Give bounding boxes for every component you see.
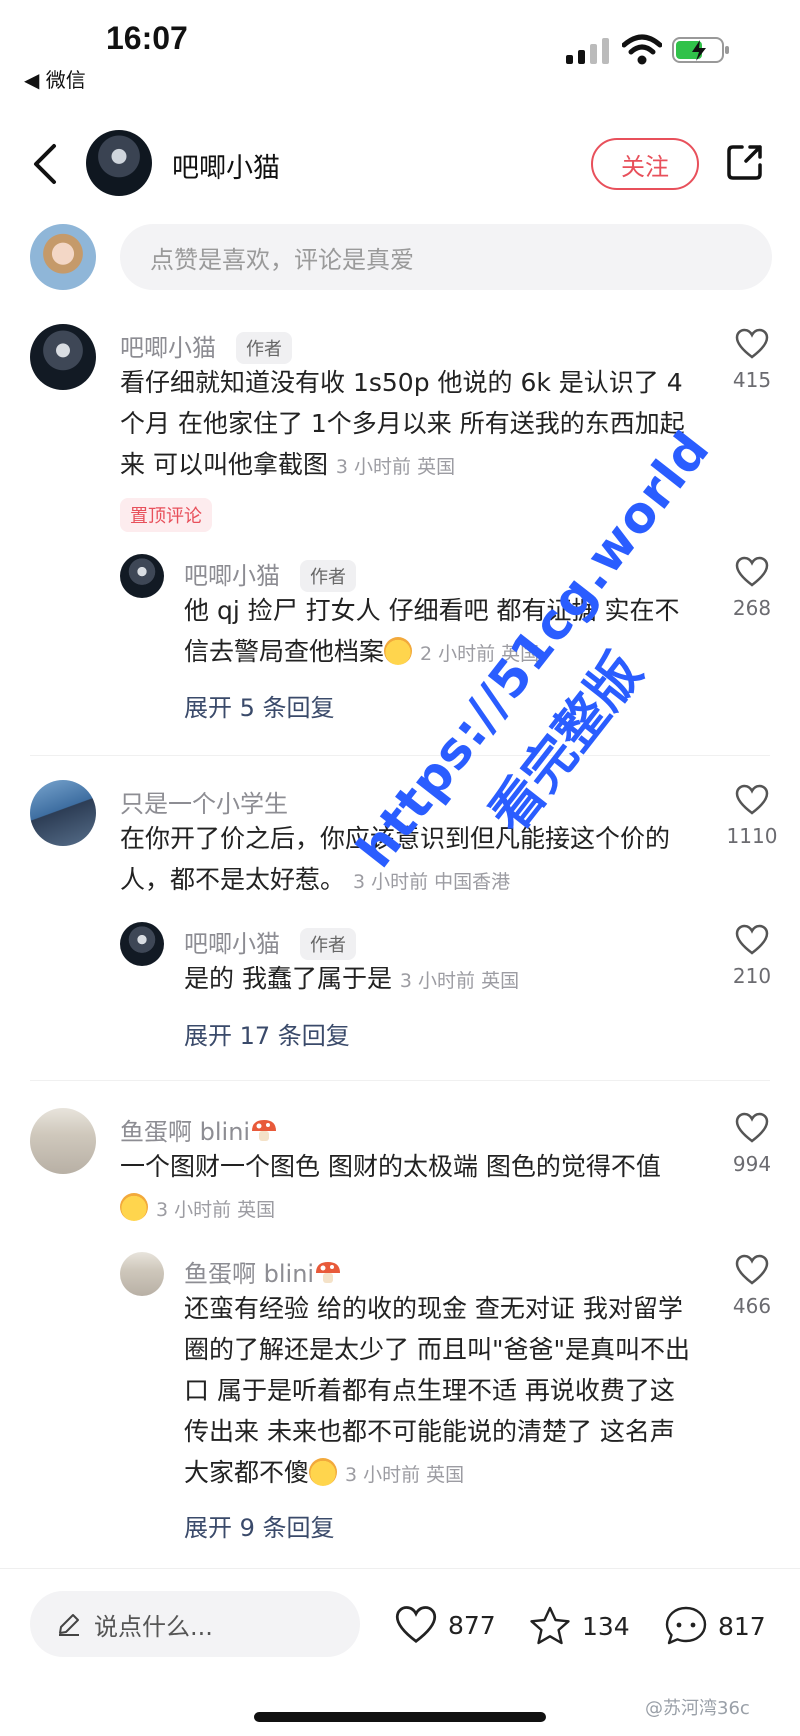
like-count: 268 xyxy=(732,596,772,620)
commenter-name[interactable]: 吧唧小猫 xyxy=(120,328,216,363)
comment-text: 看仔细就知道没有收 1s50p 他说的 6k 是认识了 4 个月 在他家住了 1… xyxy=(120,362,690,488)
heart-icon xyxy=(735,1112,769,1143)
post-favorite-count: 134 xyxy=(582,1611,630,1641)
back-to-app-link[interactable]: ◀ 微信 xyxy=(24,64,86,93)
like-button[interactable]: 994 xyxy=(712,1112,792,1176)
like-count: 210 xyxy=(732,964,772,988)
like-count: 994 xyxy=(732,1152,772,1176)
reply-meta: 3 小时前 英国 xyxy=(344,1464,465,1486)
commenter-avatar[interactable] xyxy=(30,1108,96,1174)
reply-name[interactable]: 吧唧小猫 xyxy=(184,556,280,591)
reply-body: 是的 我蠢了属于是 xyxy=(184,964,392,993)
pinned-comment-tag: 置顶评论 xyxy=(120,498,212,532)
back-chevron-icon[interactable] xyxy=(30,142,60,186)
author-name[interactable]: 吧唧小猫 xyxy=(172,146,280,185)
comment-input[interactable]: 点赞是喜欢，评论是真爱 xyxy=(120,224,772,290)
status-time: 16:07 xyxy=(106,20,188,56)
like-button[interactable]: 415 xyxy=(712,328,792,392)
reply-avatar[interactable] xyxy=(120,554,164,598)
status-bar: 16:07 ◀ 微信 xyxy=(0,0,800,100)
post-comment-count: 817 xyxy=(718,1611,766,1641)
reply-text: 他 qj 捡尸 打女人 仔细看吧 都有证据 实在不信去警局查他档案 2 小时前 … xyxy=(184,590,694,675)
commenter-name[interactable]: 鱼蛋啊 blini xyxy=(120,1112,278,1147)
comment-meta: 3 小时前 英国 xyxy=(155,1199,276,1221)
reply-body: 还蛮有经验 给的收的现金 查无对证 我对留学圈的了解还是太少了 而且叫"爸爸"是… xyxy=(184,1294,690,1487)
comment-body: 一个图财一个图色 图财的太极端 图色的觉得不值 xyxy=(120,1152,661,1181)
commenter-avatar[interactable] xyxy=(30,780,96,846)
reply-meta: 2 小时前 英国 xyxy=(419,643,540,665)
expand-replies-link[interactable]: 展开 17 条回复 xyxy=(184,1016,350,1051)
author-tag: 作者 xyxy=(300,560,356,592)
comment-text: 一个图财一个图色 图财的太极端 图色的觉得不值 3 小时前 英国 xyxy=(120,1146,690,1231)
heart-icon xyxy=(735,924,769,955)
commenter-name-text: 鱼蛋啊 blini xyxy=(120,1118,251,1146)
crying-emoji-icon xyxy=(120,1193,148,1221)
weibo-source-mark: @苏河湾36c xyxy=(645,1698,750,1719)
heart-icon xyxy=(735,328,769,359)
comment-meta: 3 小时前 英国 xyxy=(335,456,456,478)
crying-emoji-icon xyxy=(309,1458,338,1486)
commenter-avatar[interactable] xyxy=(30,324,96,390)
like-count: 1110 xyxy=(726,824,778,848)
bottom-comment-input[interactable]: 说点什么... xyxy=(30,1591,360,1657)
like-count: 466 xyxy=(732,1294,772,1318)
reply-text: 还蛮有经验 给的收的现金 查无对证 我对留学圈的了解还是太少了 而且叫"爸爸"是… xyxy=(184,1288,694,1496)
battery-charging-icon xyxy=(672,37,729,63)
reply-name[interactable]: 鱼蛋啊 blini xyxy=(184,1254,342,1289)
like-count: 415 xyxy=(732,368,772,392)
like-button[interactable]: 1110 xyxy=(712,784,792,848)
expand-replies-link[interactable]: 展开 5 条回复 xyxy=(184,688,335,723)
comment-meta: 3 小时前 中国香港 xyxy=(352,871,511,893)
wifi-icon xyxy=(622,34,662,65)
like-button[interactable]: 466 xyxy=(712,1254,792,1318)
author-tag: 作者 xyxy=(300,928,356,960)
star-icon xyxy=(530,1606,570,1645)
bottom-action-bar: 说点什么... 877 134 817 xyxy=(0,1568,800,1678)
author-avatar[interactable] xyxy=(86,130,152,196)
reply-name-text: 鱼蛋啊 blini xyxy=(184,1260,315,1288)
post-like-count: 877 xyxy=(448,1610,496,1640)
post-like-button[interactable]: 877 xyxy=(394,1605,496,1645)
chat-bubble-icon xyxy=(665,1606,707,1645)
expand-replies-link[interactable]: 展开 9 条回复 xyxy=(184,1508,335,1543)
home-indicator[interactable] xyxy=(254,1712,546,1722)
divider xyxy=(30,755,770,756)
pencil-icon xyxy=(59,1614,79,1636)
reply-avatar[interactable] xyxy=(120,922,164,966)
heart-icon xyxy=(735,784,769,815)
post-favorite-button[interactable]: 134 xyxy=(528,1605,630,1647)
my-avatar xyxy=(30,224,96,290)
heart-icon xyxy=(735,1254,769,1285)
commenter-name[interactable]: 只是一个小学生 xyxy=(120,784,288,819)
like-button[interactable]: 268 xyxy=(712,556,792,620)
divider xyxy=(30,1080,770,1081)
reply-text: 是的 我蠢了属于是 3 小时前 英国 xyxy=(184,958,694,1002)
watermark-overlay: https://51cg.world 看完整版 xyxy=(275,420,786,984)
share-icon[interactable] xyxy=(725,142,765,182)
reply-name[interactable]: 吧唧小猫 xyxy=(184,924,280,959)
mushroom-badge-icon xyxy=(314,1260,342,1286)
cellular-signal-icon xyxy=(566,38,609,64)
like-button[interactable]: 210 xyxy=(712,924,792,988)
bottom-input-placeholder: 说点什么... xyxy=(94,1612,213,1641)
follow-button[interactable]: 关注 xyxy=(591,138,699,190)
crying-emoji-icon xyxy=(384,637,413,665)
post-header: 吧唧小猫 关注 xyxy=(0,120,800,212)
post-comment-button[interactable]: 817 xyxy=(664,1605,766,1647)
heart-icon xyxy=(395,1606,437,1643)
comment-text: 在你开了价之后，你应该意识到但凡能接这个价的人，都不是太好惹。 3 小时前 中国… xyxy=(120,818,690,903)
reply-meta: 3 小时前 英国 xyxy=(399,970,520,992)
mushroom-badge-icon xyxy=(250,1118,278,1144)
author-tag: 作者 xyxy=(236,332,292,364)
reply-avatar[interactable] xyxy=(120,1252,164,1296)
heart-icon xyxy=(735,556,769,587)
